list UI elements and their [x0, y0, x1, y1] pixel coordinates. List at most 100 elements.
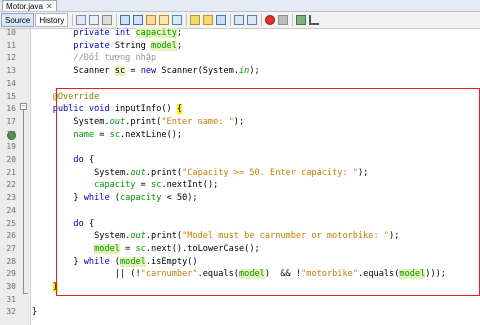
- toggle-rectangular-selection-icon[interactable]: [172, 15, 183, 25]
- code-token: model: [151, 40, 177, 51]
- code-line[interactable]: @Override: [32, 91, 100, 103]
- code-line[interactable]: capacity = sc.nextInt();: [32, 179, 218, 191]
- line-number: 23: [6, 193, 16, 203]
- code-token: do: [73, 218, 89, 229]
- line-number: 10: [6, 28, 16, 37]
- code-token: private: [73, 40, 115, 51]
- code-line[interactable]: } while (model.isEmpty(): [32, 256, 198, 268]
- code-token: .equals(: [197, 269, 239, 280]
- code-line[interactable]: System.out.print("Model must be carnumbe…: [32, 230, 399, 242]
- toolbar-divider: [72, 14, 74, 26]
- code-token: .equals(: [358, 269, 400, 280]
- toolbar-divider: [230, 14, 232, 26]
- code-line[interactable]: private int capacity;: [32, 27, 182, 39]
- stop-macro-recording-icon[interactable]: [278, 15, 289, 25]
- code-token: );: [249, 66, 260, 77]
- code-line[interactable]: }: [32, 306, 37, 318]
- code-token: capacity: [135, 28, 177, 38]
- history-tab-button[interactable]: History: [35, 13, 69, 27]
- code-line[interactable]: name = sc.nextLine();: [32, 129, 182, 141]
- uncomment-icon[interactable]: [309, 15, 320, 25]
- code-token: System.: [32, 167, 131, 178]
- code-token: Scanner: [32, 66, 115, 77]
- code-token: .next().toLowerCase();: [145, 243, 260, 254]
- code-token: name: [73, 129, 95, 140]
- code-token: }: [32, 307, 38, 318]
- code-editor[interactable]: private int capacity; private String mod…: [32, 27, 480, 325]
- code-token: capacity: [94, 180, 136, 191]
- line-number: 19: [6, 142, 16, 152]
- code-line[interactable]: System.out.print("Enter name: ");: [32, 116, 244, 128]
- close-icon[interactable]: ✕: [46, 1, 53, 12]
- line-number: 15: [6, 91, 16, 101]
- code-token: capacity: [119, 193, 162, 204]
- fold-collapse-icon[interactable]: −: [20, 103, 27, 110]
- code-line[interactable]: //Đổi tượng nhập: [32, 52, 156, 64]
- previous-bookmark-icon[interactable]: [190, 15, 201, 25]
- shift-line-right-icon[interactable]: [247, 15, 258, 25]
- code-token: .nextInt();: [161, 180, 219, 191]
- back-icon[interactable]: [89, 15, 100, 25]
- code-token: sc: [135, 243, 146, 254]
- code-line[interactable]: do {: [32, 218, 94, 230]
- code-token: }: [32, 193, 84, 204]
- find-previous-icon[interactable]: [120, 15, 131, 25]
- source-tab-button[interactable]: Source: [1, 13, 35, 27]
- toggle-highlight-icon[interactable]: [159, 15, 170, 25]
- code-token: @Override: [52, 91, 100, 102]
- code-token: model: [119, 256, 146, 267]
- code-token: model: [238, 269, 265, 280]
- code-token: .print(: [145, 167, 183, 178]
- line-number: 28: [6, 256, 16, 266]
- line-number: 30: [6, 282, 16, 291]
- code-token: sc: [114, 66, 126, 77]
- code-line[interactable]: }: [32, 281, 58, 293]
- code-line[interactable]: Scanner sc = new Scanner(System.in);: [32, 65, 260, 77]
- code-token: model: [94, 243, 120, 254]
- code-token: {: [88, 218, 95, 229]
- tab-motor-java[interactable]: Motor.java ✕: [2, 0, 57, 11]
- code-token: sc: [151, 180, 162, 191]
- next-bookmark-icon[interactable]: [203, 15, 214, 25]
- code-token: ;: [176, 40, 183, 51]
- code-token: while: [83, 256, 115, 267]
- start-macro-recording-icon[interactable]: [265, 15, 276, 25]
- code-line[interactable]: public void inputInfo() {: [32, 103, 183, 115]
- code-line[interactable]: do {: [32, 154, 94, 166]
- code-token: out: [109, 116, 126, 127]
- code-token: private int: [73, 28, 136, 38]
- toolbar-divider: [186, 14, 188, 26]
- line-number: 26: [6, 231, 16, 241]
- line-number: 20: [6, 155, 16, 164]
- forward-icon[interactable]: [102, 15, 113, 25]
- comment-icon[interactable]: [296, 15, 307, 25]
- last-edit-icon[interactable]: [76, 15, 87, 25]
- code-token: =: [135, 180, 152, 191]
- find-next-icon[interactable]: [133, 15, 144, 25]
- shift-line-left-icon[interactable]: [234, 15, 245, 25]
- toolbar-divider: [116, 14, 118, 26]
- code-token: "Enter name: ": [161, 116, 234, 127]
- code-token: .print(: [125, 116, 162, 127]
- code-line[interactable]: } while (capacity < 50);: [32, 192, 197, 204]
- code-token: Scanner(System.: [161, 66, 239, 77]
- line-number: 25: [6, 218, 16, 228]
- tab-title: Motor.java: [6, 1, 43, 11]
- toggle-bookmark-icon[interactable]: [216, 15, 227, 25]
- find-selection-icon[interactable]: [146, 15, 157, 25]
- code-token: {: [176, 104, 183, 115]
- code-line[interactable]: || (!"carnumber".equals(model) && !"moto…: [32, 268, 446, 280]
- code-line[interactable]: System.out.print("Capacity >= 50. Enter …: [32, 167, 368, 179]
- code-token: //Đổi tượng nhập: [73, 53, 157, 64]
- code-line[interactable]: private String model;: [32, 40, 182, 52]
- code-line[interactable]: model = sc.next().toLowerCase();: [32, 243, 260, 255]
